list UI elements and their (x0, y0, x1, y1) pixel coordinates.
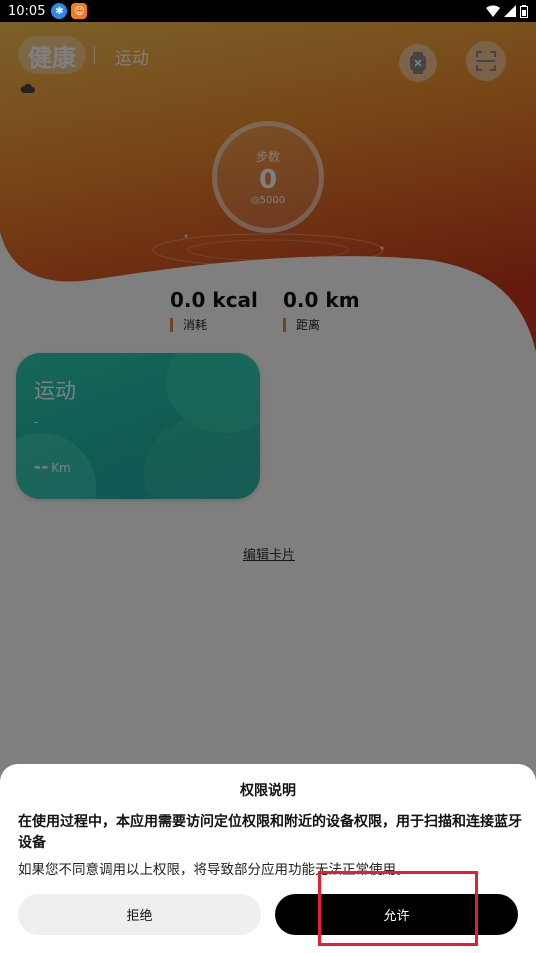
dialog-title: 权限说明 (240, 783, 296, 799)
screen: 健康 运动 步数 0 ◎5000 0.0 kcal 消耗 0.0 km (0, 0, 536, 953)
status-bar: 10:05 ✱ ☺ (0, 0, 536, 22)
status-right (486, 4, 528, 18)
dialog-bold-text: 在使用过程中，本应用需要访问定位权限和附近的设备权限，用于扫描和连接蓝牙设备 (18, 814, 522, 851)
highlight-box (318, 871, 478, 946)
battery-icon (520, 4, 528, 18)
deny-button[interactable]: 拒绝 (18, 894, 261, 935)
wifi-icon (486, 5, 500, 17)
signal-icon (504, 5, 516, 17)
status-time: 10:05 (8, 3, 46, 19)
orange-app-icon: ☺ (71, 3, 88, 19)
bluetooth-app-icon: ✱ (51, 3, 68, 19)
